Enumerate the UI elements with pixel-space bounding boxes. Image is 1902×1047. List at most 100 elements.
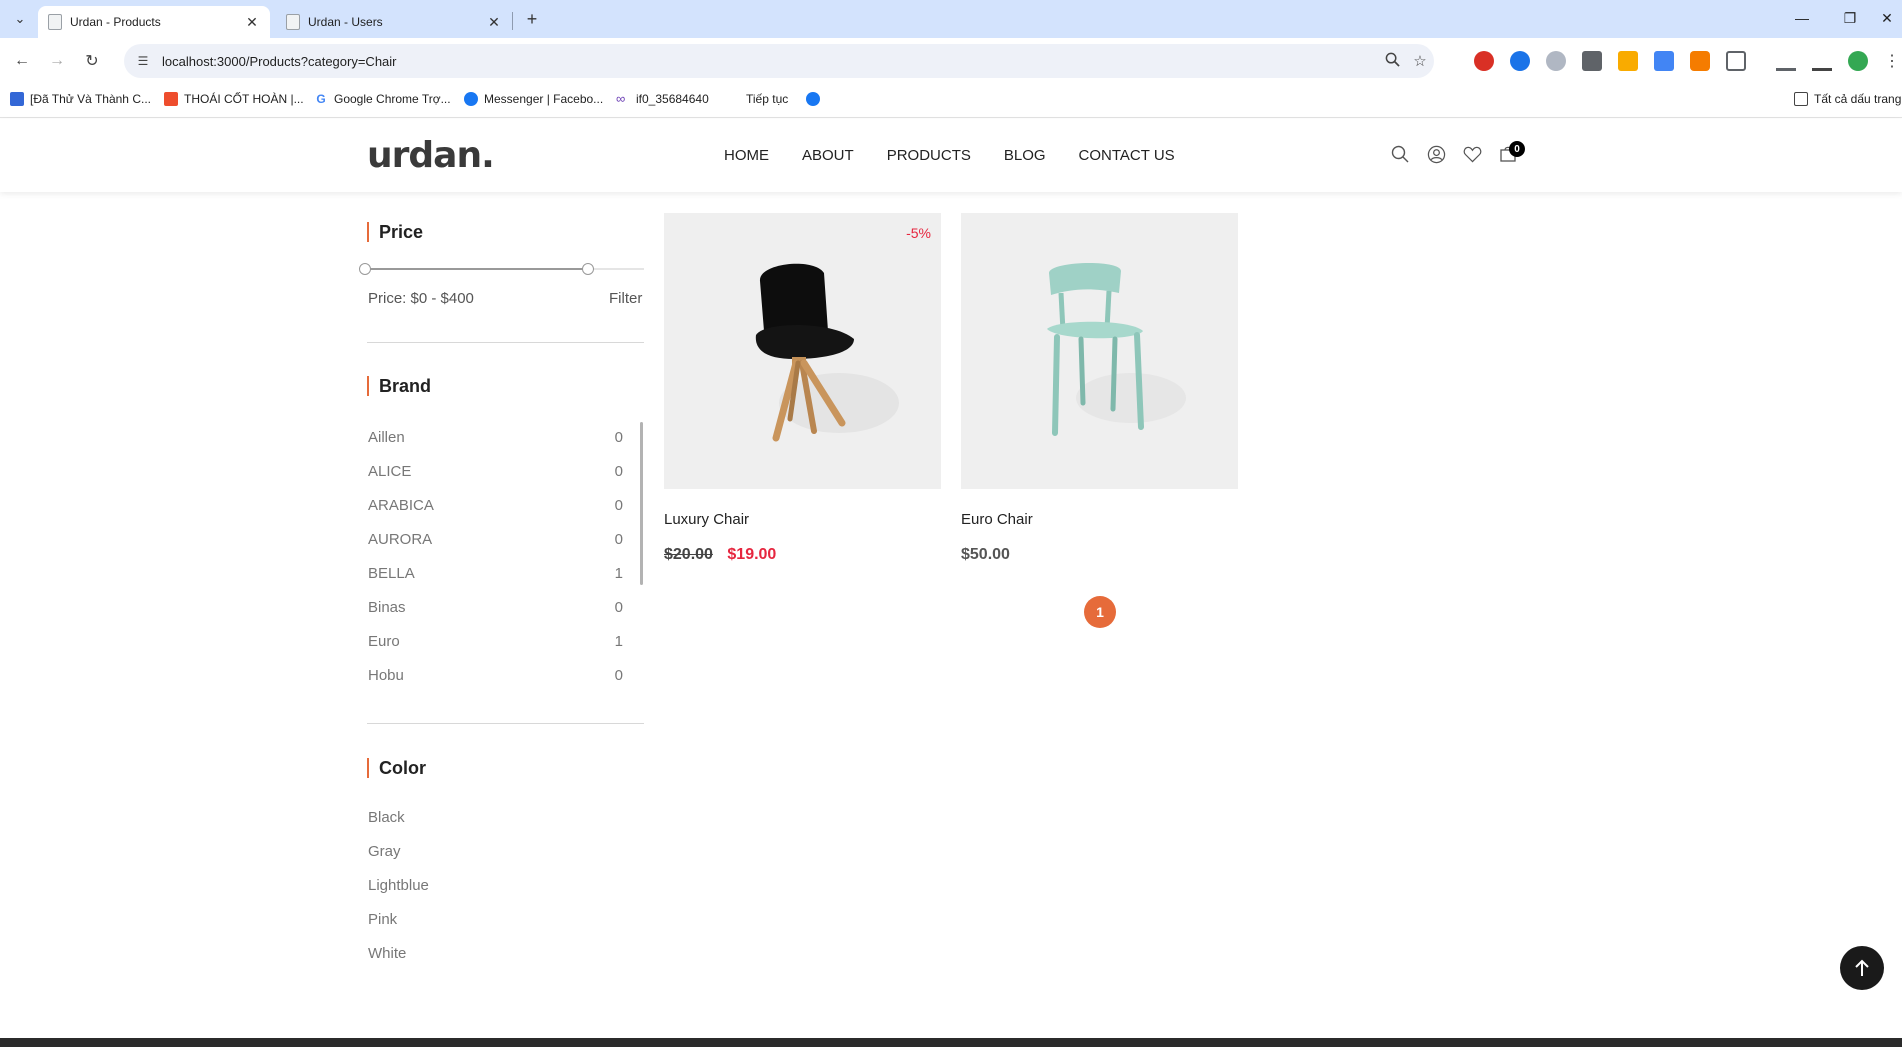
folder-icon xyxy=(1794,92,1808,106)
price-slider-min-handle[interactable] xyxy=(359,263,371,275)
color-list: Black Gray Lightblue Pink White xyxy=(368,800,429,970)
new-tab-button[interactable]: + xyxy=(520,8,544,30)
tab-users[interactable]: Urdan - Users ✕ xyxy=(276,6,512,38)
bookmark-item[interactable] xyxy=(806,92,826,106)
product-card[interactable]: -5% Luxury Chair $20.00 $19.00 xyxy=(664,213,941,564)
bookmark-item[interactable]: [Đã Thử Và Thành C... xyxy=(10,92,151,106)
profile-avatar[interactable] xyxy=(1848,51,1868,71)
color-item[interactable]: Black xyxy=(368,800,429,834)
brand-item[interactable]: BELLA 1 xyxy=(368,556,623,590)
product-name[interactable]: Euro Chair xyxy=(961,511,1238,528)
tab-search-icon[interactable]: ⌄ xyxy=(8,8,32,30)
brand-item[interactable]: ARABICA 0 xyxy=(368,488,623,522)
extension-grid-icon[interactable] xyxy=(1582,51,1602,71)
os-taskbar xyxy=(0,1038,1902,1047)
close-window-button[interactable]: ✕ xyxy=(1872,6,1902,30)
bookmarks-bar: [Đã Thử Và Thành C... THOÁI CỐT HOÀN |..… xyxy=(0,84,1902,118)
tab-title: Urdan - Users xyxy=(308,15,383,29)
product-card[interactable]: Euro Chair $50.00 xyxy=(961,213,1238,564)
color-section-title: Color xyxy=(367,758,426,778)
bookmark-star-icon[interactable]: ☆ xyxy=(1406,52,1434,70)
google-icon: G xyxy=(314,92,328,106)
browser-toolbar: ← → ↻ ☰ localhost:3000/Products?category… xyxy=(0,38,1902,84)
browser-menu-icon[interactable]: ⋮ xyxy=(1884,49,1900,73)
infinity-icon: ∞ xyxy=(616,91,626,106)
bookmark-item[interactable]: THOÁI CỐT HOÀN |... xyxy=(164,92,304,106)
site-logo[interactable]: urdan. xyxy=(367,135,495,176)
reading-list-icon[interactable] xyxy=(1776,51,1796,71)
bookmark-favicon-icon xyxy=(10,92,24,106)
forward-button[interactable]: → xyxy=(45,49,69,73)
back-to-top-button[interactable] xyxy=(1840,946,1884,990)
price-slider-range xyxy=(365,268,589,270)
extension-opera-icon[interactable] xyxy=(1474,51,1494,71)
tab-divider xyxy=(512,12,513,30)
bookmark-item[interactable]: ∞ if0_35684640 xyxy=(616,91,709,107)
nav-blog[interactable]: BLOG xyxy=(1004,147,1046,164)
download-icon[interactable] xyxy=(1812,51,1832,71)
address-bar[interactable]: ☰ localhost:3000/Products?category=Chair… xyxy=(124,44,1434,78)
black-chair-image xyxy=(755,263,899,442)
bookmark-item[interactable]: G Google Chrome Trợ... xyxy=(314,92,451,106)
brand-item[interactable]: AURORA 0 xyxy=(368,522,623,556)
sale-price: $19.00 xyxy=(727,546,777,563)
brand-list-scrollbar[interactable] xyxy=(640,422,643,585)
product-price: $20.00 $19.00 xyxy=(664,546,941,564)
facebook-icon xyxy=(806,92,820,106)
extension-orange-icon[interactable] xyxy=(1690,51,1710,71)
extension-yellow-icon[interactable] xyxy=(1618,51,1638,71)
user-account-icon[interactable] xyxy=(1425,143,1447,165)
minimize-window-button[interactable]: — xyxy=(1782,6,1822,30)
page-favicon-icon xyxy=(48,14,62,30)
sidebar-divider xyxy=(367,342,644,343)
site-info-icon[interactable]: ☰ xyxy=(134,54,152,68)
pagination-page-1[interactable]: 1 xyxy=(1084,596,1116,628)
nav-products[interactable]: PRODUCTS xyxy=(887,147,971,164)
page-favicon-icon xyxy=(286,14,300,30)
arrow-up-icon xyxy=(1855,959,1869,976)
color-item[interactable]: Gray xyxy=(368,834,429,868)
tab-products[interactable]: Urdan - Products ✕ xyxy=(38,6,270,38)
price-slider-max-handle[interactable] xyxy=(582,263,595,275)
product-image[interactable]: -5% xyxy=(664,213,941,489)
extensions-puzzle-icon[interactable] xyxy=(1726,51,1746,71)
url-text[interactable]: localhost:3000/Products?category=Chair xyxy=(162,54,1378,69)
color-item[interactable]: Pink xyxy=(368,902,429,936)
brand-item[interactable]: Aillen 0 xyxy=(368,420,623,454)
back-button[interactable]: ← xyxy=(10,49,34,73)
extension-color-icon[interactable] xyxy=(1510,51,1530,71)
search-icon[interactable] xyxy=(1389,143,1411,165)
product-image[interactable] xyxy=(961,213,1238,489)
restore-window-button[interactable]: ❐ xyxy=(1830,6,1870,30)
nav-contact[interactable]: CONTACT US xyxy=(1079,147,1175,164)
wishlist-heart-icon[interactable] xyxy=(1461,143,1483,165)
bookmark-item[interactable]: Tiếp tục xyxy=(746,92,788,106)
extension-translate-icon[interactable] xyxy=(1654,51,1674,71)
nav-about[interactable]: ABOUT xyxy=(802,147,854,164)
brand-item[interactable]: Euro 1 xyxy=(368,624,623,658)
color-item[interactable]: Lightblue xyxy=(368,868,429,902)
color-item[interactable]: White xyxy=(368,936,429,970)
nav-home[interactable]: HOME xyxy=(724,147,769,164)
shopee-icon xyxy=(164,92,178,106)
close-tab-icon[interactable]: ✕ xyxy=(486,14,502,31)
brand-item[interactable]: Hobu 0 xyxy=(368,658,623,692)
browser-tab-bar: ⌄ Urdan - Products ✕ Urdan - Users ✕ + —… xyxy=(0,0,1902,38)
main-nav: HOME ABOUT PRODUCTS BLOG CONTACT US xyxy=(724,147,1208,164)
price-range-label: Price: $0 - $400 xyxy=(368,290,474,307)
close-tab-icon[interactable]: ✕ xyxy=(244,14,260,31)
extension-shield-icon[interactable] xyxy=(1546,51,1566,71)
mint-chair-image xyxy=(1047,262,1186,436)
all-bookmarks-folder[interactable]: Tất cả dấu trang xyxy=(1794,92,1901,106)
brand-item[interactable]: ALICE 0 xyxy=(368,454,623,488)
sidebar-divider xyxy=(367,723,644,724)
regular-price: $50.00 xyxy=(961,546,1010,563)
price-filter-button[interactable]: Filter xyxy=(609,290,642,307)
bookmark-item[interactable]: Messenger | Facebo... xyxy=(464,92,603,106)
zoom-icon[interactable] xyxy=(1378,52,1406,71)
reload-button[interactable]: ↻ xyxy=(80,49,104,73)
price-section-title: Price xyxy=(367,222,423,242)
brand-item[interactable]: Binas 0 xyxy=(368,590,623,624)
discount-badge: -5% xyxy=(906,225,931,241)
product-name[interactable]: Luxury Chair xyxy=(664,511,941,528)
